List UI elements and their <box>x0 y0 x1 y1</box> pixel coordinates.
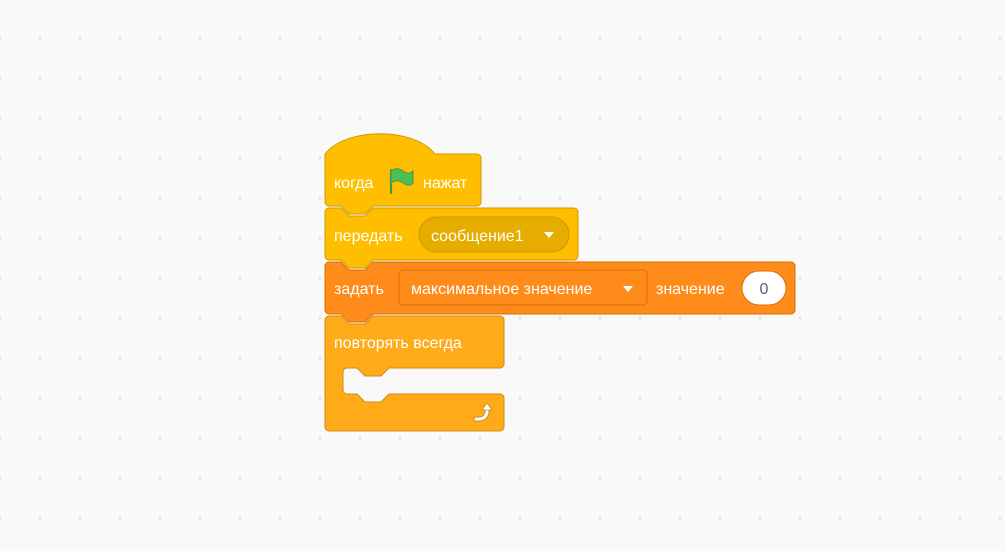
hat-label-after: нажат <box>423 175 468 192</box>
value-input[interactable]: 0 <box>741 270 787 306</box>
hat-label-before: когда <box>334 175 374 192</box>
scripts-workspace[interactable]: повторять всегда задать максимальное зна… <box>0 0 1005 551</box>
variable-dropdown[interactable]: максимальное значение <box>398 269 648 306</box>
variable-dropdown-value: максимальное значение <box>411 281 592 298</box>
set-variable-block[interactable]: задать максимальное значение значение 0 <box>324 261 796 323</box>
message-dropdown[interactable]: сообщение1 <box>418 216 570 253</box>
set-label: задать <box>334 281 384 298</box>
forever-block[interactable]: повторять всегда <box>324 315 505 432</box>
message-dropdown-value: сообщение1 <box>431 228 524 245</box>
broadcast-label: передать <box>334 228 403 245</box>
forever-label: повторять всегда <box>334 335 462 352</box>
when-flag-clicked-block[interactable]: когда нажат <box>324 133 482 215</box>
broadcast-block[interactable]: передать сообщение1 <box>324 207 579 269</box>
value-label: значение <box>656 281 725 298</box>
value-input-text: 0 <box>760 281 769 298</box>
